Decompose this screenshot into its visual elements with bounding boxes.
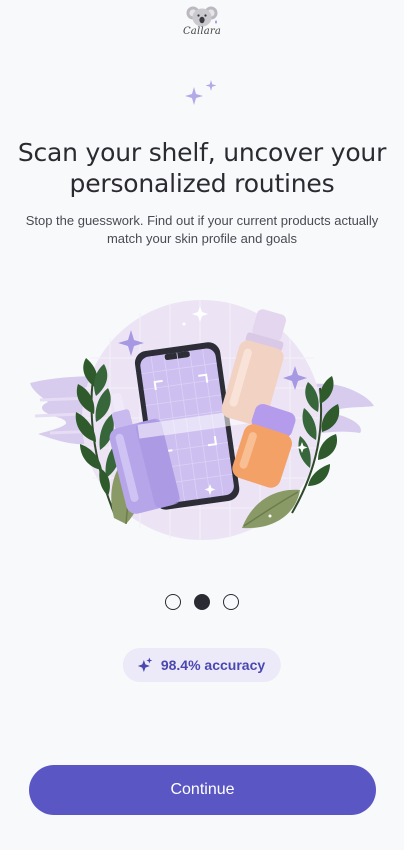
page-dot-2-active[interactable] xyxy=(194,594,210,610)
sparkle-icon xyxy=(137,657,153,672)
koala-icon xyxy=(186,6,218,27)
page-title: Scan your shelf, uncover your personaliz… xyxy=(17,138,387,198)
accuracy-text: 98.4% accuracy xyxy=(160,657,266,673)
page-dot-1[interactable] xyxy=(165,594,181,610)
page-dot-3[interactable] xyxy=(223,594,239,610)
page-indicator xyxy=(165,594,239,610)
brand-logo: Callara xyxy=(172,4,232,44)
page-subtitle: Stop the guesswork. Find out if your cur… xyxy=(25,213,379,246)
sparkle-icon xyxy=(185,80,217,105)
scan-illustration xyxy=(30,300,374,540)
accuracy-badge: 98.4% accuracy xyxy=(122,648,282,682)
continue-button[interactable]: Continue xyxy=(29,765,376,815)
brand-name: Callara xyxy=(182,26,222,37)
